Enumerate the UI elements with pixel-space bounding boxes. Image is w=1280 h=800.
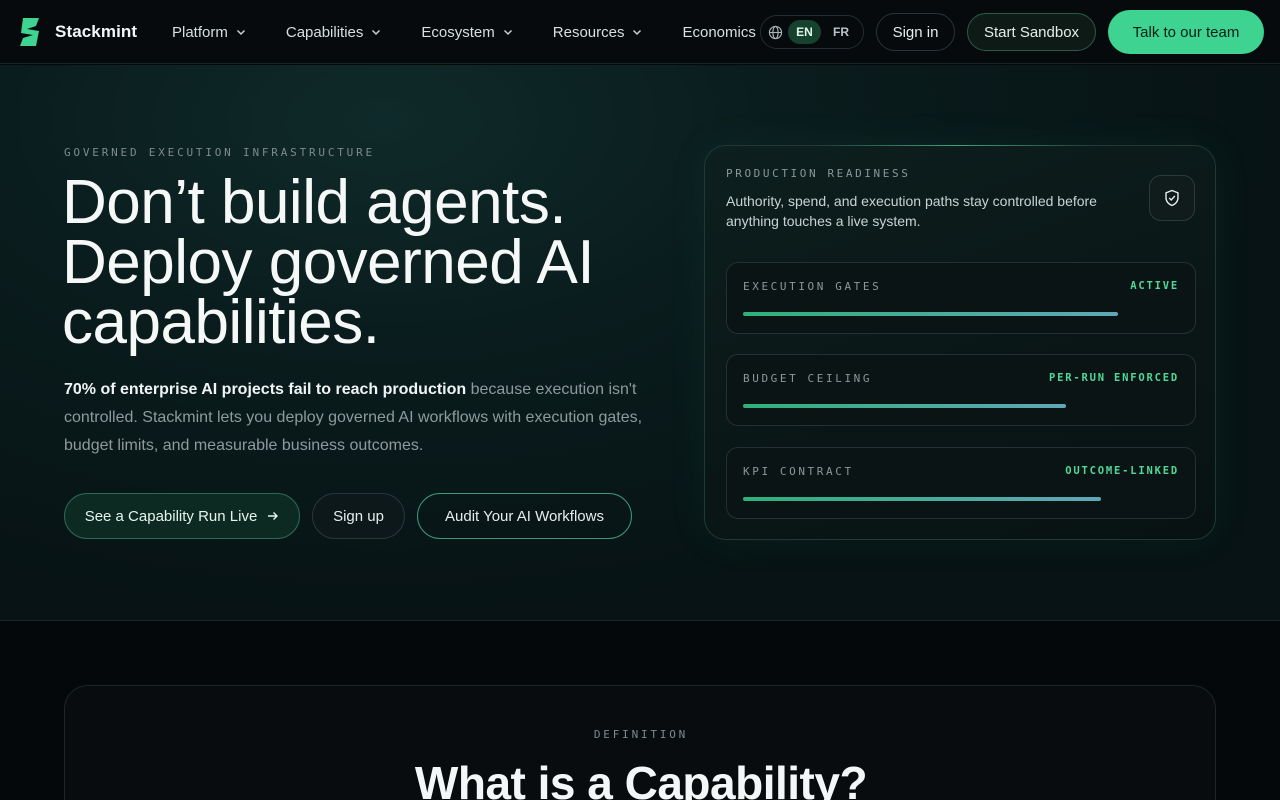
nav-item-ecosystem[interactable]: Ecosystem — [421, 24, 512, 41]
nav-item-economics[interactable]: Economics — [682, 24, 755, 41]
nav-item-platform[interactable]: Platform — [172, 24, 246, 41]
chevron-down-icon — [633, 29, 642, 36]
hero-section: GOVERNED EXECUTION INFRASTRUCTURE Don’t … — [0, 65, 1280, 621]
top-nav: Stackmint Platform Capabilities Ecosyste… — [0, 0, 1280, 64]
definition-section: DEFINITION What is a Capability? — [64, 685, 1216, 800]
chevron-down-icon — [372, 29, 381, 36]
metric-label: KPI CONTRACT — [743, 465, 854, 478]
progress-track — [743, 312, 1179, 316]
nav-item-resources[interactable]: Resources — [553, 24, 643, 41]
hero-cta-row: See a Capability Run Live Sign up Audit … — [64, 493, 632, 539]
metric-status: ACTIVE — [1130, 280, 1179, 292]
progress-track — [743, 497, 1179, 501]
progress-track — [743, 404, 1179, 408]
shield-check-icon — [1165, 189, 1179, 207]
definition-title: What is a Capability? — [414, 757, 868, 800]
audit-workflows-button[interactable]: Audit Your AI Workflows — [417, 493, 632, 539]
see-capability-run-button[interactable]: See a Capability Run Live — [64, 493, 300, 539]
progress-fill — [743, 404, 1066, 408]
hero-subtitle: 70% of enterprise AI projects fail to re… — [64, 376, 674, 460]
nav-item-label: Economics — [682, 23, 756, 41]
brand-logo[interactable]: Stackmint — [19, 17, 137, 47]
sign-up-button[interactable]: Sign up — [312, 493, 405, 539]
metric-label: BUDGET CEILING — [743, 372, 873, 385]
metric-status: OUTCOME-LINKED — [1065, 465, 1179, 477]
card-highlight-line — [815, 145, 1095, 146]
metric-execution-gates: EXECUTION GATES ACTIVE — [726, 262, 1196, 334]
globe-icon — [768, 25, 783, 39]
card-eyebrow: PRODUCTION READINESS — [726, 167, 911, 180]
hero-eyebrow: GOVERNED EXECUTION INFRASTRUCTURE — [64, 146, 375, 159]
nav-item-label: Platform — [172, 23, 228, 41]
production-readiness-card: PRODUCTION READINESS Authority, spend, a… — [704, 145, 1216, 540]
stackmint-logo-icon — [20, 18, 39, 46]
hero-subtitle-emphasis: 70% of enterprise AI projects fail to re… — [64, 381, 467, 398]
metric-kpi-contract: KPI CONTRACT OUTCOME-LINKED — [726, 447, 1196, 519]
nav-item-label: Capabilities — [285, 23, 364, 41]
definition-eyebrow: DEFINITION — [593, 728, 689, 741]
language-switcher: EN FR — [760, 15, 864, 49]
language-en-option[interactable]: EN — [788, 20, 821, 44]
nav-item-label: Resources — [552, 23, 625, 41]
hero-headline: Don’t build agents. Deploy governed AI c… — [62, 172, 702, 354]
chevron-down-icon — [503, 29, 512, 36]
nav-item-capabilities[interactable]: Capabilities — [286, 24, 382, 41]
progress-fill — [743, 497, 1101, 501]
headline-line: capabilities. — [62, 288, 380, 357]
headline-line: Don’t build agents. — [62, 168, 567, 237]
main-menu: Platform Capabilities Ecosystem Resource… — [172, 0, 756, 64]
start-sandbox-button[interactable]: Start Sandbox — [967, 13, 1096, 51]
nav-item-label: Ecosystem — [421, 23, 495, 41]
metric-budget-ceiling: BUDGET CEILING PER-RUN ENFORCED — [726, 354, 1196, 426]
headline-line: Deploy governed AI — [62, 228, 595, 297]
button-label: See a Capability Run Live — [84, 507, 258, 525]
brand-name: Stackmint — [55, 22, 138, 41]
language-fr-option[interactable]: FR — [833, 25, 849, 39]
shield-badge — [1149, 175, 1195, 221]
sign-in-button[interactable]: Sign in — [876, 13, 955, 51]
talk-to-team-button[interactable]: Talk to our team — [1108, 10, 1264, 54]
metric-status: PER-RUN ENFORCED — [1049, 372, 1179, 384]
chevron-down-icon — [236, 29, 245, 36]
card-description: Authority, spend, and execution paths st… — [726, 193, 1097, 229]
progress-fill — [743, 312, 1118, 316]
arrow-right-icon — [268, 512, 279, 520]
metric-label: EXECUTION GATES — [743, 280, 882, 293]
